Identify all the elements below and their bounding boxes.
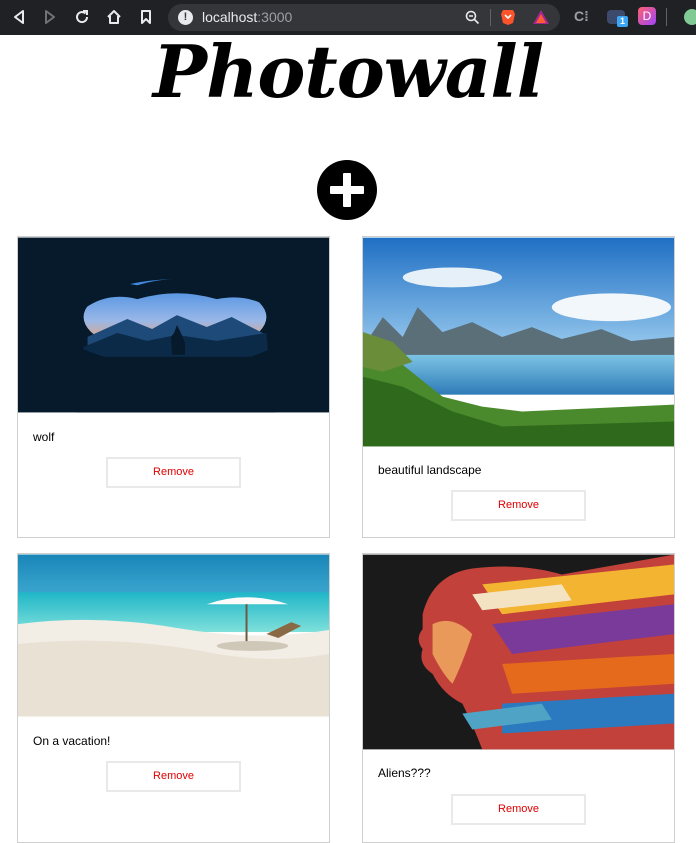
- url-text: localhost:3000: [202, 9, 292, 25]
- divider: [666, 8, 667, 26]
- forward-icon[interactable]: [39, 6, 61, 28]
- remove-button[interactable]: Remove: [106, 457, 241, 488]
- brave-shield-icon[interactable]: [500, 8, 516, 31]
- reload-icon[interactable]: [71, 6, 93, 28]
- post-image: [363, 554, 674, 750]
- brave-rewards-icon[interactable]: [532, 9, 550, 30]
- profile-avatar[interactable]: [684, 9, 696, 25]
- url-port: :3000: [257, 9, 293, 25]
- divider: [490, 9, 491, 26]
- address-bar[interactable]: ! localhost:3000: [168, 4, 560, 31]
- add-photo-button[interactable]: [317, 160, 377, 220]
- url-host: localhost: [202, 9, 258, 25]
- post-image: [363, 237, 674, 447]
- bookmark-icon[interactable]: [135, 6, 157, 28]
- remove-button[interactable]: Remove: [451, 794, 586, 825]
- photo-card: beautiful landscape Remove: [362, 236, 675, 538]
- post-caption: On a vacation!: [33, 734, 111, 748]
- zoom-icon[interactable]: [465, 10, 480, 30]
- home-icon[interactable]: [103, 6, 125, 28]
- post-image: [18, 237, 329, 413]
- remove-button[interactable]: Remove: [451, 490, 586, 521]
- site-info-icon[interactable]: !: [178, 10, 193, 25]
- photo-card: Aliens??? Remove: [362, 553, 675, 843]
- post-caption: Aliens???: [378, 766, 431, 780]
- extension-tab-icon[interactable]: 1: [607, 10, 628, 27]
- back-icon[interactable]: [8, 6, 30, 28]
- post-image: [18, 554, 329, 717]
- post-caption: wolf: [33, 430, 55, 444]
- photo-card: On a vacation! Remove: [17, 553, 330, 843]
- extension-d-icon[interactable]: D: [638, 7, 656, 25]
- page-title: Photowall: [152, 29, 544, 114]
- photo-card: wolf Remove: [17, 236, 330, 538]
- plus-icon-vertical: [343, 173, 351, 207]
- extension-badge: 1: [617, 16, 628, 27]
- remove-button[interactable]: Remove: [106, 761, 241, 792]
- extension-c-icon[interactable]: C⁞: [574, 8, 589, 24]
- post-caption: beautiful landscape: [378, 463, 482, 477]
